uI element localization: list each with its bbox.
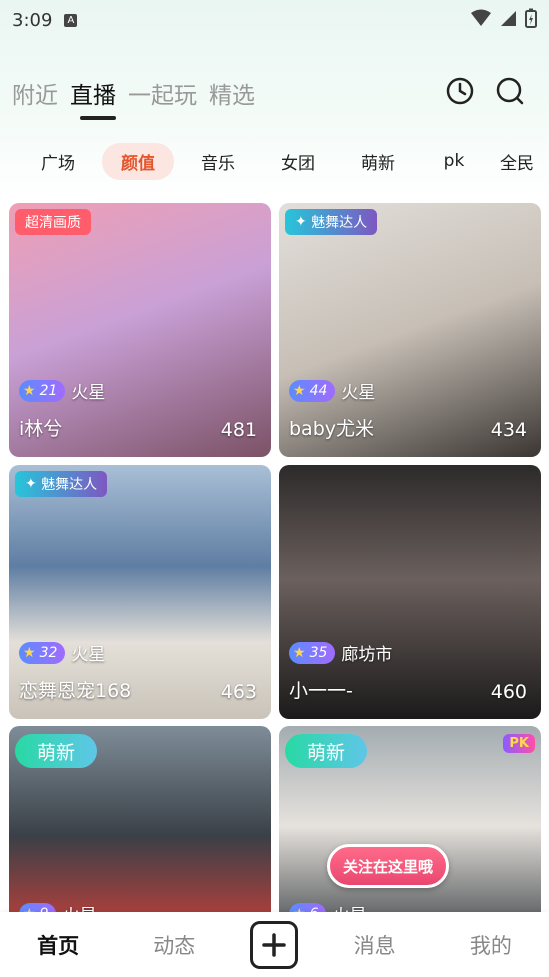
viewer-count: 481 (220, 419, 257, 441)
level-value: 21 (39, 382, 58, 399)
battery-icon (525, 8, 537, 28)
category-bar: 广场 颜值 音乐 女团 萌新 pk 全民 (0, 142, 549, 180)
signal-icon (501, 11, 516, 26)
streamer-name: 小一一- (289, 680, 353, 702)
level-badge: ★ 21 (19, 379, 66, 402)
top-tab-bar: 附近 直播 一起玩 精选 (12, 76, 255, 110)
location-label: 火星 (341, 383, 376, 403)
dance-badge: ✦ 魅舞达人 (15, 471, 108, 497)
hd-badge: 超清画质 (15, 209, 91, 235)
nav-profile[interactable]: 我的 (451, 930, 531, 960)
category-music[interactable]: 音乐 (182, 143, 254, 180)
active-tab-indicator (80, 116, 116, 120)
location-label: 廊坊市 (341, 645, 393, 665)
stream-card[interactable]: 萌新 ★9 火星 (9, 726, 271, 926)
streamer-meta: ★ 44 火星 (289, 378, 375, 403)
star-icon: ★ (293, 382, 306, 399)
status-icons (471, 8, 537, 28)
stream-card[interactable]: ✦ 魅舞达人 ★ 44 火星 baby尤米 434 (279, 203, 541, 457)
category-newbie[interactable]: 萌新 (342, 143, 414, 180)
level-value: 35 (309, 644, 328, 661)
sparkle-icon: ✦ (25, 476, 37, 492)
streamer-name: baby尤米 (289, 418, 375, 440)
category-square[interactable]: 广场 (24, 143, 92, 180)
nav-messages[interactable]: 消息 (335, 930, 415, 960)
newbie-badge: 萌新 (15, 734, 98, 768)
location-label: 火星 (71, 645, 106, 665)
history-icon[interactable] (445, 76, 475, 106)
notification-icon: A (64, 13, 78, 27)
sparkle-icon: ✦ (295, 214, 307, 230)
follow-here-button[interactable]: 关注在这里哦 (327, 844, 449, 888)
top-icons (445, 76, 525, 106)
dance-badge-label: 魅舞达人 (311, 215, 368, 231)
bottom-nav: 首页 动态 消息 我的 (0, 912, 549, 977)
star-icon: ★ (23, 644, 36, 661)
level-badge: ★ 44 (289, 379, 336, 402)
level-badge: ★ 32 (19, 641, 66, 664)
stream-card[interactable]: ★ 35 廊坊市 小一一- 460 (279, 465, 541, 719)
level-value: 32 (39, 644, 58, 661)
viewer-count: 460 (490, 681, 527, 703)
location-label: 火星 (71, 383, 106, 403)
stream-card[interactable]: 超清画质 ★ 21 火星 i林兮 481 (9, 203, 271, 457)
category-pk[interactable]: pk (422, 145, 486, 177)
status-time: 3:09 (12, 9, 53, 31)
search-icon[interactable] (495, 76, 525, 106)
nav-feed[interactable]: 动态 (134, 930, 214, 960)
streamer-name: i林兮 (19, 418, 63, 440)
status-bar: 3:09 A (0, 0, 549, 40)
streamer-meta: ★ 35 廊坊市 (289, 640, 392, 665)
dance-badge: ✦ 魅舞达人 (285, 209, 378, 235)
stream-card[interactable]: ✦ 魅舞达人 ★ 32 火星 恋舞恩宠168 463 (9, 465, 271, 719)
nav-home[interactable]: 首页 (18, 930, 98, 960)
stream-card[interactable]: 萌新 PK 关注在这里哦 ★6 火星 (279, 726, 541, 926)
category-all-people[interactable]: 全民 (500, 143, 549, 180)
plus-icon (262, 932, 287, 957)
star-icon: ★ (293, 644, 306, 661)
newbie-badge: 萌新 (285, 734, 368, 768)
level-badge: ★ 35 (289, 641, 336, 664)
viewer-count: 434 (490, 419, 527, 441)
level-value: 44 (309, 382, 328, 399)
tab-featured[interactable]: 精选 (209, 76, 255, 110)
viewer-count: 463 (220, 681, 257, 703)
streamer-name: 恋舞恩宠168 (19, 680, 132, 702)
pk-badge: PK (503, 734, 535, 753)
category-girl-group[interactable]: 女团 (262, 143, 334, 180)
tab-live[interactable]: 直播 (70, 76, 116, 110)
streamer-meta: ★ 32 火星 (19, 640, 105, 665)
dance-badge-label: 魅舞达人 (41, 477, 98, 493)
create-button[interactable] (250, 920, 299, 969)
star-icon: ★ (23, 382, 36, 399)
streamer-meta: ★ 21 火星 (19, 378, 105, 403)
wifi-icon (471, 9, 491, 26)
tab-nearby[interactable]: 附近 (12, 76, 58, 110)
category-looks[interactable]: 颜值 (102, 142, 174, 180)
tab-play-together[interactable]: 一起玩 (128, 76, 197, 110)
